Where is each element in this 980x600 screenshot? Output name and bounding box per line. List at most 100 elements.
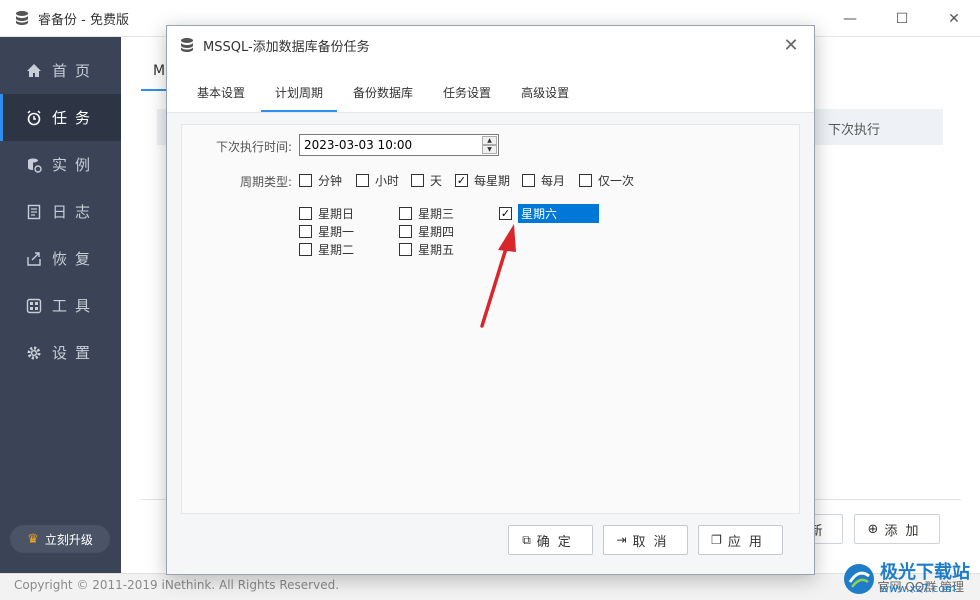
- red-arrow-annotation: [480, 224, 516, 328]
- tools-icon: [26, 298, 42, 314]
- ok-button-label: 确定: [536, 534, 579, 550]
- weekday-wednesday-checkbox[interactable]: 星期三: [399, 205, 454, 221]
- sidebar-item-restore[interactable]: 恢复: [0, 235, 121, 282]
- next-run-datetime-input[interactable]: 2023-03-03 10:00 ▲ ▼: [299, 134, 499, 156]
- checkmark-icon: ✓: [499, 206, 512, 220]
- datetime-spinner[interactable]: ▲ ▼: [482, 136, 497, 154]
- watermark-title: 极光下载站: [880, 562, 970, 584]
- period-hour-checkbox[interactable]: 小时: [356, 172, 399, 188]
- period-type-label: 周期类型:: [239, 175, 292, 189]
- dialog-close-button[interactable]: ✕: [780, 34, 802, 56]
- close-button[interactable]: ✕: [928, 0, 980, 37]
- restore-icon: [26, 251, 42, 267]
- dialog-title: MSSQL-添加数据库备份任务: [203, 39, 370, 55]
- log-icon: [26, 204, 42, 220]
- plus-icon: ⊕: [867, 521, 879, 537]
- weekday-sunday-checkbox[interactable]: 星期日: [299, 205, 354, 221]
- checkbox-label: 每月: [541, 173, 566, 188]
- window-controls: — ☐ ✕: [824, 0, 980, 37]
- aurora-logo-icon: [844, 564, 874, 594]
- sidebar-item-task[interactable]: 任务: [0, 94, 121, 141]
- sidebar-item-settings[interactable]: 设置: [0, 329, 121, 376]
- dialog-tabs: 基本设置 计划周期 备份数据库 任务设置 高级设置: [167, 64, 814, 113]
- tab-task-settings[interactable]: 任务设置: [429, 64, 505, 112]
- period-minute-checkbox[interactable]: 分钟: [299, 172, 342, 188]
- minimize-button[interactable]: —: [824, 0, 876, 37]
- cancel-button-label: 取消: [632, 534, 675, 550]
- database-icon: [16, 11, 28, 25]
- spin-down-icon[interactable]: ▼: [482, 145, 497, 154]
- checkmark-icon: ✓: [455, 173, 468, 187]
- upgrade-button[interactable]: ♛ 立刻升级: [10, 525, 110, 553]
- checkbox-label: 小时: [375, 173, 400, 188]
- checkbox-box: [399, 242, 412, 256]
- sidebar-item-label: 日志: [52, 203, 99, 221]
- checkbox-box: [299, 242, 312, 256]
- apply-button-label: 应用: [727, 534, 770, 550]
- sidebar-item-label: 工具: [52, 297, 99, 315]
- crown-icon: ♛: [27, 531, 39, 547]
- database-icon: [181, 38, 193, 52]
- period-weekly-checkbox[interactable]: ✓ 每星期: [455, 172, 510, 188]
- checkbox-label: 星期五: [418, 242, 455, 257]
- checkbox-box: [356, 173, 369, 187]
- confirm-icon: ⧉: [522, 532, 531, 547]
- dialog-footer-divider: [181, 513, 800, 514]
- checkbox-label: 星期三: [418, 206, 455, 221]
- period-day-checkbox[interactable]: 天: [411, 172, 442, 188]
- apply-button[interactable]: ❐ 应用: [698, 525, 783, 555]
- sidebar-item-label: 任务: [52, 109, 99, 127]
- dialog-titlebar: MSSQL-添加数据库备份任务 ✕: [167, 26, 814, 64]
- checkbox-label: 星期一: [318, 224, 355, 239]
- copyright-text: Copyright © 2011-2019 iNethink. All Righ…: [14, 578, 340, 592]
- sidebar-item-label: 设置: [52, 344, 99, 362]
- sidebar-item-label: 恢复: [52, 250, 99, 268]
- checkbox-box: [299, 224, 312, 238]
- exit-icon: ⇥: [616, 533, 627, 547]
- watermark-url: www.xz7.com: [880, 581, 956, 595]
- spin-up-icon[interactable]: ▲: [482, 136, 497, 145]
- cancel-button[interactable]: ⇥ 取消: [603, 525, 688, 555]
- add-button[interactable]: ⊕ 添加: [854, 514, 940, 544]
- checkbox-box: [399, 206, 412, 220]
- sidebar-item-home[interactable]: 首页: [0, 47, 121, 94]
- ok-button[interactable]: ⧉ 确定: [508, 525, 593, 555]
- sidebar: 首页 任务 实例 日志 恢复 工具 设置 ♛ 立刻升级: [0, 37, 121, 573]
- checkbox-label: 天: [430, 173, 443, 188]
- weekday-tuesday-checkbox[interactable]: 星期二: [299, 241, 354, 257]
- add-button-label: 添加: [884, 523, 927, 539]
- checkbox-box: [522, 173, 535, 187]
- weekday-friday-checkbox[interactable]: 星期五: [399, 241, 454, 257]
- gear-icon: [26, 345, 42, 361]
- column-header-next-run: 下次执行: [828, 123, 881, 138]
- weekday-thursday-checkbox[interactable]: 星期四: [399, 223, 454, 239]
- tab-advanced-settings[interactable]: 高级设置: [507, 64, 583, 112]
- period-monthly-checkbox[interactable]: 每月: [522, 172, 565, 188]
- sidebar-item-label: 首页: [52, 62, 99, 80]
- sidebar-item-label: 实例: [52, 156, 99, 174]
- checkbox-box: [299, 173, 312, 187]
- tab-basic-settings[interactable]: 基本设置: [183, 64, 259, 112]
- status-bar: Copyright © 2011-2019 iNethink. All Righ…: [0, 573, 980, 600]
- checkbox-label: 星期六: [518, 203, 600, 223]
- checkbox-box: [299, 206, 312, 220]
- weekday-saturday-checkbox[interactable]: ✓ 星期六: [499, 203, 600, 223]
- next-run-label: 下次执行时间:: [215, 140, 292, 154]
- period-once-checkbox[interactable]: 仅一次: [579, 172, 634, 188]
- checkbox-label: 星期日: [318, 206, 355, 221]
- sidebar-item-tools[interactable]: 工具: [0, 282, 121, 329]
- watermark-logo: 极光下载站 www.xz7.com: [842, 562, 970, 596]
- checkbox-box: [579, 173, 592, 187]
- maximize-button[interactable]: ☐: [876, 0, 928, 37]
- checkbox-label: 星期二: [318, 242, 355, 257]
- tab-backup-database[interactable]: 备份数据库: [339, 64, 427, 112]
- sidebar-item-log[interactable]: 日志: [0, 188, 121, 235]
- checkbox-label: 仅一次: [598, 173, 635, 188]
- checkbox-label: 分钟: [318, 173, 343, 188]
- weekday-monday-checkbox[interactable]: 星期一: [299, 223, 354, 239]
- tab-schedule[interactable]: 计划周期: [261, 64, 338, 112]
- sidebar-item-instance[interactable]: 实例: [0, 141, 121, 188]
- checkbox-label: 星期四: [418, 224, 455, 239]
- checkbox-label: 每星期: [474, 173, 511, 188]
- checkbox-box: [399, 224, 412, 238]
